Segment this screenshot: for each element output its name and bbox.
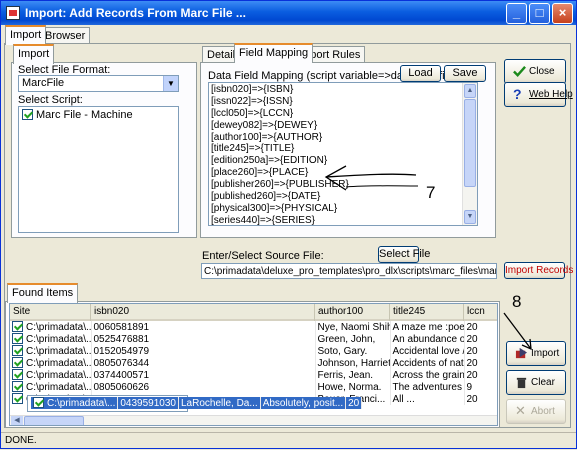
tab-found-items[interactable]: Found Items (7, 283, 79, 303)
tab-field-mapping[interactable]: Field Mapping (234, 43, 314, 63)
status-bar: DONE. (1, 432, 576, 448)
annotation-arrow-7 (324, 165, 419, 191)
import-window: Import: Add Records From Marc File ... _… (0, 0, 577, 449)
annotation-8: 8 (512, 292, 521, 311)
tab-import-outer[interactable]: Import (5, 25, 47, 45)
annotation-arrow-8 (503, 312, 532, 351)
tab-import-inner[interactable]: Import (13, 44, 55, 64)
annotation-overlay: 7 8 (324, 165, 532, 351)
annotation-7: 7 (426, 183, 435, 202)
